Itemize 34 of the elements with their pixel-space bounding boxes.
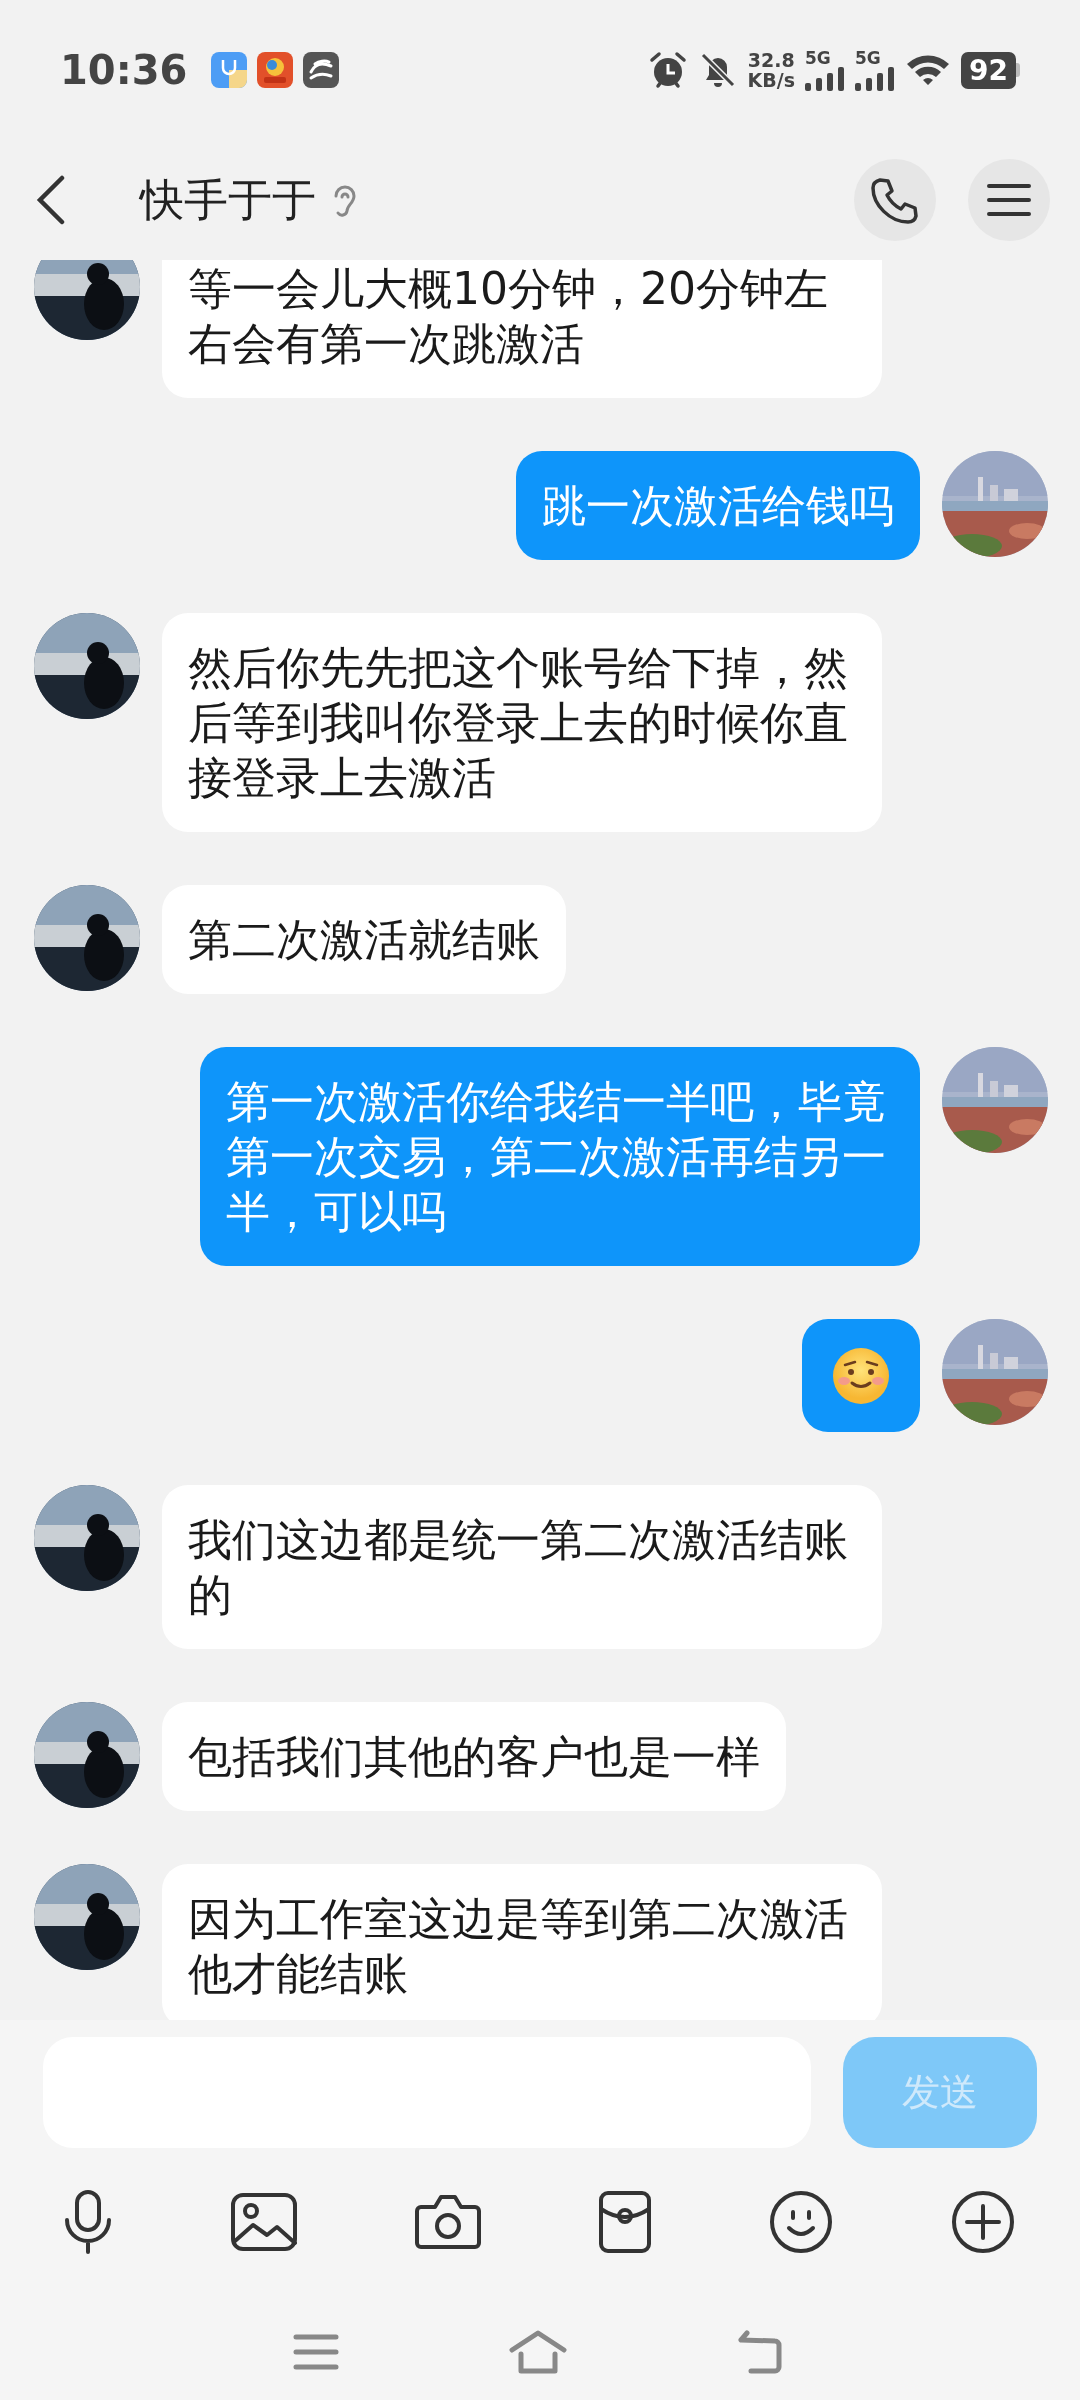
message-bubble: 因为工作室这边是等到第二次激活他才能结账: [162, 1864, 882, 2020]
clock-time: 10:36: [60, 47, 188, 93]
wifi-icon: [905, 52, 952, 88]
message-bubble: 包括我们其他的客户也是一样: [162, 1702, 786, 1811]
notification-app-icon: [211, 52, 248, 88]
contact-name: 快手于于: [140, 172, 316, 227]
message-bubble: 我们这边都是统一第二次激活结账的: [162, 1485, 882, 1649]
battery-level: 92: [961, 51, 1016, 89]
microphone-icon[interactable]: [63, 2190, 113, 2254]
message-bubble: 第一次激活你给我结一半吧，毕竟第一次交易，第二次激活再结另一半，可以吗: [200, 1047, 920, 1266]
smiley-icon[interactable]: [769, 2190, 833, 2254]
network-type: 5G: [805, 49, 832, 67]
signal-icon: [855, 67, 896, 91]
phone-icon: [870, 175, 920, 225]
network-type: 5G: [855, 49, 882, 67]
notification-app-icon: [303, 52, 340, 88]
menu-icon[interactable]: [293, 2332, 339, 2372]
smiling-face-icon: [832, 1346, 890, 1405]
back-icon[interactable]: [36, 175, 66, 225]
message-bubble: 跳一次激活给钱吗: [516, 451, 920, 560]
menu-icon: [987, 182, 1031, 218]
message-bubble: 等一会儿大概10分钟，20分钟左右会有第一次跳激活: [162, 260, 882, 398]
envelope-icon[interactable]: [599, 2191, 651, 2253]
camera-icon[interactable]: [415, 2193, 481, 2251]
notification-app-icon: [257, 52, 294, 88]
add-icon[interactable]: [951, 2190, 1015, 2254]
message-bubble: 然后你先先把这个账号给下掉，然后等到我叫你登录上去的时候你直接登录上去激活: [162, 613, 882, 832]
signal-icon: [805, 67, 846, 91]
message-bubble: 第二次激活就结账: [162, 885, 566, 994]
alarm-clock-icon: [647, 50, 688, 90]
home-icon[interactable]: [509, 2330, 567, 2374]
speed-unit: KB/s: [747, 70, 796, 90]
data-speed: 32.8: [747, 50, 795, 70]
image-icon[interactable]: [231, 2193, 297, 2251]
